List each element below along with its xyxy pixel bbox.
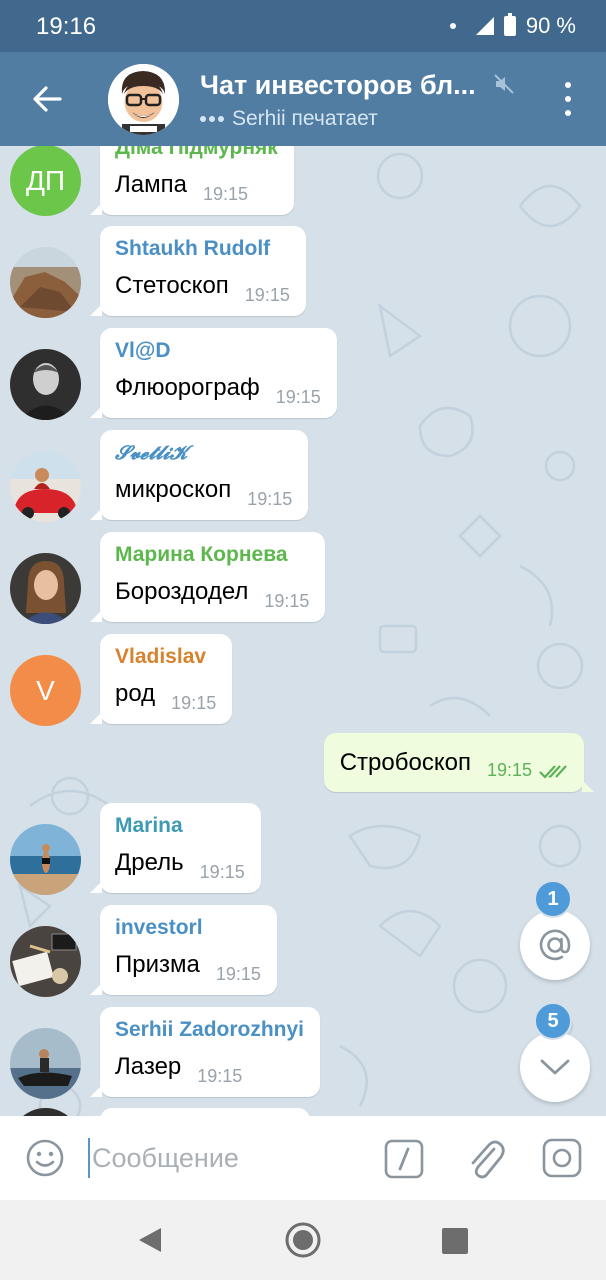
- message-bubble[interactable]: Serhii Zadorozhnyi Лазер 19:15: [89, 1007, 321, 1097]
- user-avatar[interactable]: [10, 553, 81, 624]
- message-bubble[interactable]: Shtaukh Rudolf Стетоскоп 19:15: [90, 226, 306, 316]
- message-time: 19:15: [171, 693, 217, 713]
- scroll-down-button[interactable]: 5: [520, 1002, 590, 1102]
- user-avatar[interactable]: [10, 824, 81, 895]
- at-sign-icon: [539, 929, 571, 961]
- rock-photo-icon: [10, 247, 81, 318]
- desk-photo-icon: [10, 926, 81, 997]
- man-photo-icon: [10, 349, 81, 420]
- sender-name[interactable]: Діма Підмурняк: [115, 146, 278, 161]
- unread-badge: 5: [534, 1002, 572, 1040]
- sender-name[interactable]: Марина Корнева: [115, 542, 309, 568]
- emoji-icon[interactable]: [24, 1137, 66, 1179]
- battery-icon: [503, 13, 516, 36]
- user-avatar[interactable]: [10, 926, 81, 997]
- beach-photo-icon: [10, 824, 81, 895]
- car-photo-icon: [10, 451, 81, 522]
- avatar-initials: ДП: [25, 164, 66, 196]
- message-time: 19:15: [275, 387, 321, 407]
- message-text: Лампа: [115, 171, 187, 198]
- outgoing-message-bubble[interactable]: Стробоскоп 19:15: [323, 733, 595, 792]
- message-time: 19:15: [197, 1066, 243, 1086]
- double-check-icon: [539, 764, 567, 779]
- outgoing-message-time: 19:15: [486, 760, 532, 780]
- chevron-down-icon: [540, 1059, 570, 1075]
- message-bubble[interactable]: Діма Підмурняк Лампа 19:15: [90, 146, 294, 215]
- sender-name[interactable]: Vl@D: [115, 338, 321, 364]
- message-time: 19:15: [244, 285, 290, 305]
- user-avatar[interactable]: V: [10, 655, 81, 726]
- message-text: род: [115, 680, 156, 707]
- status-indicators: 90 %: [449, 13, 576, 39]
- back-button[interactable]: [24, 76, 70, 122]
- mentions-badge: 1: [534, 880, 572, 918]
- sender-name[interactable]: Vladislav: [115, 644, 216, 670]
- message-bubble[interactable]: Marina Дрель 19:15: [90, 803, 261, 893]
- message-text: Бороздодел: [115, 578, 249, 605]
- message-bubble[interactable]: investorl Призма 19:15: [90, 905, 277, 995]
- message-bubble[interactable]: Марина Корнева Бороздодел 19:15: [89, 532, 326, 622]
- jetski-photo-icon: [10, 1028, 81, 1099]
- message-text: Призма: [115, 951, 200, 978]
- sender-name[interactable]: Serhii Zadorozhnyi: [115, 1017, 304, 1043]
- chat-messages-area[interactable]: ДП Діма Підмурняк Лампа 19:15 Shtaukh Rud…: [0, 146, 606, 1116]
- camera-icon[interactable]: [542, 1138, 582, 1178]
- chat-title[interactable]: Чат инвесторов бл...: [200, 70, 476, 101]
- message-text: Флюорограф: [115, 374, 260, 401]
- message-bubble[interactable]: Vl@D Флюорограф 19:15: [90, 328, 337, 418]
- message-input-bar: [0, 1116, 606, 1200]
- attach-icon[interactable]: [464, 1135, 506, 1181]
- message-bubble[interactable]: [100, 1108, 310, 1116]
- user-avatar[interactable]: ДП: [10, 146, 81, 216]
- more-options-button[interactable]: [558, 82, 578, 116]
- typing-dots-icon: [200, 116, 224, 122]
- user-avatar[interactable]: [10, 349, 81, 420]
- mentions-button[interactable]: 1: [520, 880, 590, 980]
- typing-status-text: Serhii печатает: [232, 107, 378, 130]
- message-bubble[interactable]: Vladislav род 19:15: [89, 634, 233, 724]
- typing-status: Serhii печатает: [200, 107, 378, 131]
- message-text: Стетоскоп: [115, 272, 229, 299]
- message-time: 19:15: [215, 964, 261, 984]
- sender-name[interactable]: investorl: [115, 915, 261, 941]
- sender-name[interactable]: Shtaukh Rudolf: [115, 236, 290, 262]
- chat-header: Чат инвесторов бл... Serhii печатает: [0, 52, 606, 146]
- message-time: 19:15: [247, 489, 293, 509]
- message-bubble[interactable]: 𝓢𝓿𝓮𝓽𝓵𝓲𝓚 микроскоп 19:15: [89, 430, 309, 520]
- message-time: 19:15: [199, 862, 245, 882]
- message-input[interactable]: [88, 1138, 358, 1178]
- outgoing-message-text: Стробоскоп: [339, 748, 471, 776]
- group-avatar[interactable]: [108, 64, 179, 135]
- signal-icon: [475, 17, 494, 35]
- mute-icon: [494, 74, 514, 94]
- system-nav-bar: [0, 1200, 606, 1280]
- nav-recents-icon[interactable]: [442, 1228, 468, 1254]
- sender-name[interactable]: 𝓢𝓿𝓮𝓽𝓵𝓲𝓚: [115, 440, 292, 466]
- message-time: 19:15: [202, 184, 248, 204]
- notification-dot-icon: [449, 23, 456, 29]
- user-avatar[interactable]: [10, 1028, 81, 1099]
- cartoon-avatar-icon: [108, 64, 179, 135]
- more-vertical-icon: [565, 82, 571, 88]
- battery-level: 90 %: [525, 13, 576, 38]
- nav-home-icon[interactable]: [284, 1221, 322, 1259]
- message-text: микроскоп: [115, 476, 232, 503]
- nav-back-icon[interactable]: [137, 1226, 163, 1254]
- message-time: 19:15: [264, 591, 310, 611]
- status-time: 19:16: [36, 13, 97, 40]
- message-text: Дрель: [115, 849, 184, 876]
- message-text: Лазер: [115, 1053, 182, 1080]
- user-avatar[interactable]: [10, 451, 81, 522]
- bot-command-icon[interactable]: [384, 1139, 424, 1179]
- user-avatar[interactable]: [10, 247, 81, 318]
- avatar-initials: V: [36, 674, 55, 706]
- sender-name[interactable]: Marina: [115, 813, 245, 839]
- arrow-left-icon: [33, 86, 62, 112]
- status-bar: 19:16 90 %: [0, 0, 606, 52]
- woman-photo-icon: [10, 553, 81, 624]
